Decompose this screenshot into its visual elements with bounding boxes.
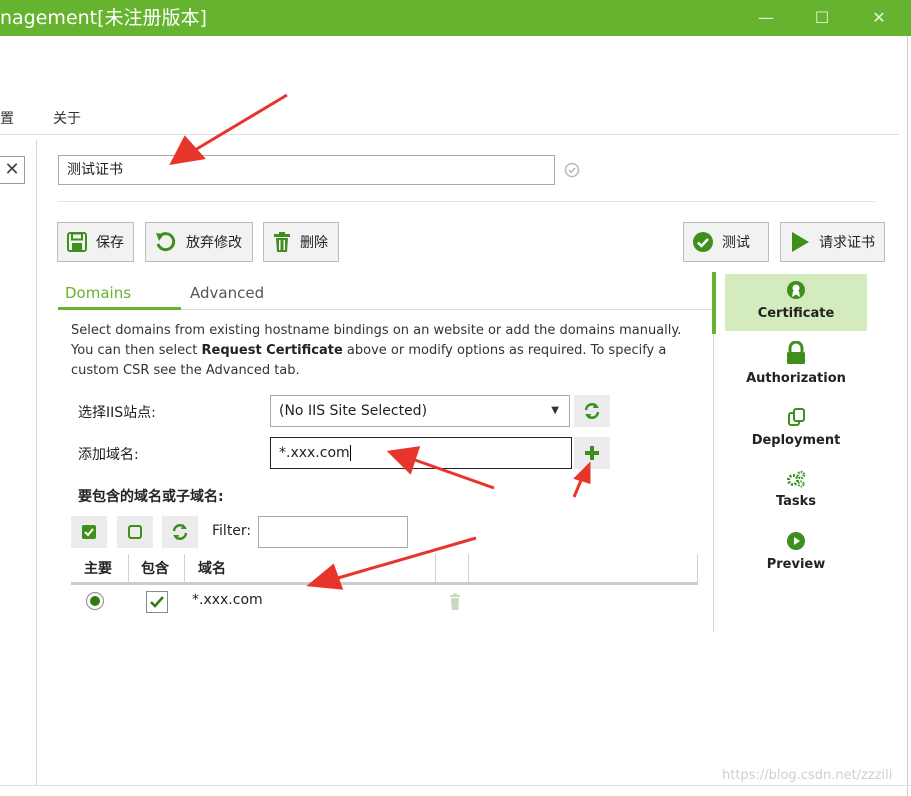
column-separator	[128, 554, 129, 582]
domains-grid-header: 主要 包含 域名	[71, 554, 698, 585]
iis-site-select[interactable]: (No IIS Site Selected) ▼	[270, 395, 570, 427]
select-all-button[interactable]	[71, 516, 107, 548]
tab-advanced[interactable]: Advanced	[190, 284, 264, 302]
refresh-icon	[172, 524, 188, 540]
window-title: nagement[未注册版本]	[0, 7, 207, 29]
text-caret	[349, 445, 351, 461]
save-button[interactable]: 保存	[57, 222, 134, 262]
status-divider	[0, 785, 911, 786]
sidebar-item-tasks[interactable]: Tasks	[725, 470, 867, 509]
iis-site-value: (No IIS Site Selected)	[279, 403, 428, 419]
menu-item-settings[interactable]: 置	[0, 108, 14, 128]
gears-icon	[787, 470, 806, 488]
request-label: 请求证书	[819, 235, 875, 251]
title-bar: nagement[未注册版本] — ☐ ✕	[0, 0, 911, 36]
filter-label: Filter:	[212, 523, 252, 539]
play-circle-icon	[787, 532, 805, 550]
filter-input[interactable]	[258, 516, 408, 548]
add-domain-label: 添加域名:	[78, 447, 139, 463]
included-domains-label: 要包含的域名或子域名:	[78, 489, 224, 505]
certificate-name-input[interactable]: 测试证书	[58, 155, 555, 185]
column-separator	[184, 554, 185, 582]
checkmark-icon	[150, 596, 164, 608]
tab-domains[interactable]: Domains	[65, 284, 131, 302]
add-domain-button[interactable]	[574, 437, 610, 469]
sidebar-item-certificate[interactable]: Certificate	[725, 274, 867, 331]
iis-site-label: 选择IIS站点:	[78, 405, 156, 421]
maximize-button[interactable]: ☐	[799, 0, 845, 36]
dropdown-arrow-icon: ▼	[551, 405, 559, 416]
window-border	[907, 36, 908, 796]
menu-bar: 置 关于	[0, 104, 899, 135]
close-window-button[interactable]: ✕	[856, 0, 902, 36]
test-button[interactable]: 测试	[683, 222, 769, 262]
refresh-domains-button[interactable]	[162, 516, 198, 548]
active-tab-indicator	[58, 307, 181, 310]
sidebar-item-preview[interactable]: Preview	[725, 531, 867, 572]
discard-changes-button[interactable]: 放弃修改	[145, 222, 253, 262]
annotation-arrow-plus	[572, 477, 584, 498]
refresh-icon	[584, 403, 600, 419]
plus-icon	[585, 446, 599, 460]
checkbox-checked-icon	[82, 525, 96, 539]
sidebar-label-certificate: Certificate	[757, 306, 835, 321]
left-panel-divider	[36, 140, 37, 785]
check-circle-icon	[693, 232, 713, 252]
sidebar-label-authorization: Authorization	[746, 371, 846, 386]
add-domain-value: *.xxx.com	[279, 445, 350, 461]
column-header-included[interactable]: 包含	[141, 558, 169, 578]
sidebar-item-deployment[interactable]: Deployment	[725, 407, 867, 448]
primary-radio[interactable]	[86, 592, 104, 610]
deployment-icon	[788, 408, 805, 426]
include-checkbox[interactable]	[146, 591, 168, 613]
minimize-button[interactable]: —	[743, 0, 789, 36]
sidebar-label-preview: Preview	[766, 557, 826, 572]
certificate-icon	[787, 281, 805, 299]
domains-description: Select domains from existing hostname bi…	[71, 323, 682, 378]
column-separator	[435, 554, 436, 582]
checkbox-empty-icon	[128, 525, 142, 539]
sidebar-active-indicator	[712, 272, 716, 334]
discard-label: 放弃修改	[186, 235, 242, 251]
select-none-button[interactable]	[117, 516, 153, 548]
add-domain-input[interactable]: *.xxx.com	[270, 437, 572, 469]
trash-icon	[274, 232, 290, 252]
domain-cell: *.xxx.com	[192, 592, 263, 608]
lock-icon	[787, 340, 805, 364]
sidebar-item-authorization[interactable]: Authorization	[725, 340, 867, 386]
test-label: 测试	[722, 235, 750, 251]
play-icon	[792, 232, 809, 252]
request-certificate-button[interactable]: 请求证书	[780, 222, 885, 262]
sidebar-label-deployment: Deployment	[751, 433, 841, 448]
delete-label: 删除	[300, 235, 328, 251]
sidebar-label-tasks: Tasks	[775, 494, 817, 509]
menu-item-about[interactable]: 关于	[53, 108, 81, 128]
check-circle-icon	[564, 162, 580, 178]
refresh-sites-button[interactable]	[574, 395, 610, 427]
divider	[58, 201, 876, 202]
undo-icon	[156, 232, 176, 252]
save-icon	[67, 232, 87, 252]
close-item-icon[interactable]: ✕	[0, 156, 25, 184]
column-header-primary[interactable]: 主要	[84, 558, 112, 578]
grid-border	[697, 554, 698, 584]
watermark: https://blog.csdn.net/zzzili	[722, 768, 893, 783]
column-separator	[468, 554, 469, 582]
save-label: 保存	[96, 235, 124, 251]
column-header-domain[interactable]: 域名	[198, 558, 226, 578]
delete-button[interactable]: 删除	[263, 222, 339, 262]
trash-icon[interactable]	[445, 593, 465, 611]
